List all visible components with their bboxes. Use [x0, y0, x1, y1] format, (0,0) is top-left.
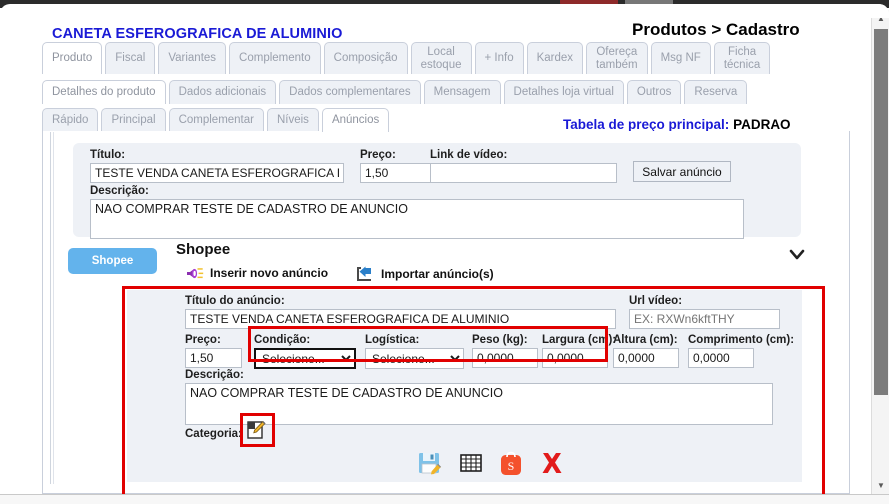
tab-outros[interactable]: Outros — [626, 80, 682, 104]
highlight-box-ad-form — [122, 286, 825, 494]
tab-dados-complementares[interactable]: Dados complementares — [279, 80, 421, 104]
price-table-info: Tabela de preço principal: PADRAO — [563, 117, 791, 132]
titulo-label: Título: — [90, 149, 126, 161]
insert-new-announcement-link[interactable]: Inserir novo anúncio — [186, 266, 328, 280]
breadcrumb: Produtos > Cadastro — [632, 20, 800, 39]
tab-ficha-t-cnica[interactable]: Ficha técnica — [713, 42, 771, 74]
tab-mensagem[interactable]: Mensagem — [423, 80, 501, 104]
tab-kardex[interactable]: Kardex — [526, 42, 584, 74]
tab-detalhes-do-produto[interactable]: Detalhes do produto — [42, 80, 166, 104]
tab-reserva[interactable]: Reserva — [684, 80, 748, 104]
megaphone-icon — [186, 266, 204, 280]
tab-local-estoque[interactable]: Local estoque — [410, 42, 472, 74]
tab-composi-o[interactable]: Composição — [323, 42, 408, 74]
application-window: CANETA ESFEROGRAFICA DE ALUMINIO Produto… — [0, 0, 889, 504]
shopee-section-title: Shopee — [176, 241, 231, 258]
chevron-down-icon[interactable] — [786, 244, 808, 266]
descricao-textarea[interactable] — [90, 199, 744, 239]
tab-msg-nf[interactable]: Msg NF — [650, 42, 711, 74]
panel-divider-line-2 — [53, 132, 54, 484]
window-bottom-edge — [0, 494, 889, 504]
insert-link-label: Inserir novo anúncio — [210, 266, 329, 280]
price-table-value: PADRAO — [733, 117, 791, 132]
tab-dados-adicionais[interactable]: Dados adicionais — [168, 80, 277, 104]
vertical-scrollbar[interactable]: ▲ ▼ — [871, 10, 889, 494]
titulo-input[interactable] — [90, 163, 344, 183]
tab-row-primary: Produto Fiscal Variantes Complemento Composi… — [42, 42, 773, 74]
tab-detalhes-loja-virtual[interactable]: Detalhes loja virtual — [503, 80, 624, 104]
tab-fiscal[interactable]: Fiscal — [105, 42, 156, 74]
descricao-label: Descrição: — [90, 185, 149, 197]
scroll-down-arrow-icon[interactable]: ▼ — [872, 477, 889, 494]
tab-row-secondary: Detalhes do produto Dados adicionais Dados… — [42, 80, 750, 104]
link-video-label: Link de vídeo: — [430, 149, 508, 161]
page-title: CANETA ESFEROGRAFICA DE ALUMINIO — [52, 26, 343, 42]
price-table-label: Tabela de preço principal: — [563, 117, 730, 132]
page-canvas: CANETA ESFEROGRAFICA DE ALUMINIO Produto… — [0, 10, 889, 494]
tab-an-ncios[interactable]: Anúncios — [321, 108, 390, 132]
preco-input[interactable] — [360, 163, 440, 183]
tab-complemento[interactable]: Complemento — [229, 42, 321, 74]
tab-produto[interactable]: Produto — [42, 42, 103, 74]
tab-complementar[interactable]: Complementar — [168, 108, 264, 132]
highlight-box-condition-logistics — [248, 326, 608, 362]
import-link-label: Importar anúncio(s) — [381, 267, 494, 281]
tab-info[interactable]: + Info — [474, 42, 524, 74]
tab-n-veis[interactable]: Níveis — [266, 108, 319, 132]
main-announcement-card: Título: Preço: Link de vídeo: Salvar anú… — [73, 143, 801, 239]
tab-variantes[interactable]: Variantes — [158, 42, 227, 74]
save-announcement-button[interactable]: Salvar anúncio — [633, 161, 731, 182]
scrollbar-thumb[interactable] — [874, 29, 888, 395]
tab-row-tertiary: Rápido Principal Complementar Níveis Anúncio… — [42, 108, 392, 132]
panel-divider-line — [50, 132, 51, 484]
link-video-input[interactable] — [430, 163, 617, 183]
shopee-marketplace-button[interactable]: Shopee — [68, 248, 157, 274]
highlight-box-category — [240, 413, 275, 447]
tab-principal[interactable]: Principal — [101, 108, 166, 132]
import-announcements-link[interactable]: Importar anúncio(s) — [355, 266, 494, 282]
import-arrow-icon — [355, 266, 375, 282]
preco-label: Preço: — [360, 149, 396, 161]
tab-ofere-a-tamb-m[interactable]: Ofereça também — [586, 42, 648, 74]
tab-r-pido[interactable]: Rápido — [42, 108, 99, 132]
